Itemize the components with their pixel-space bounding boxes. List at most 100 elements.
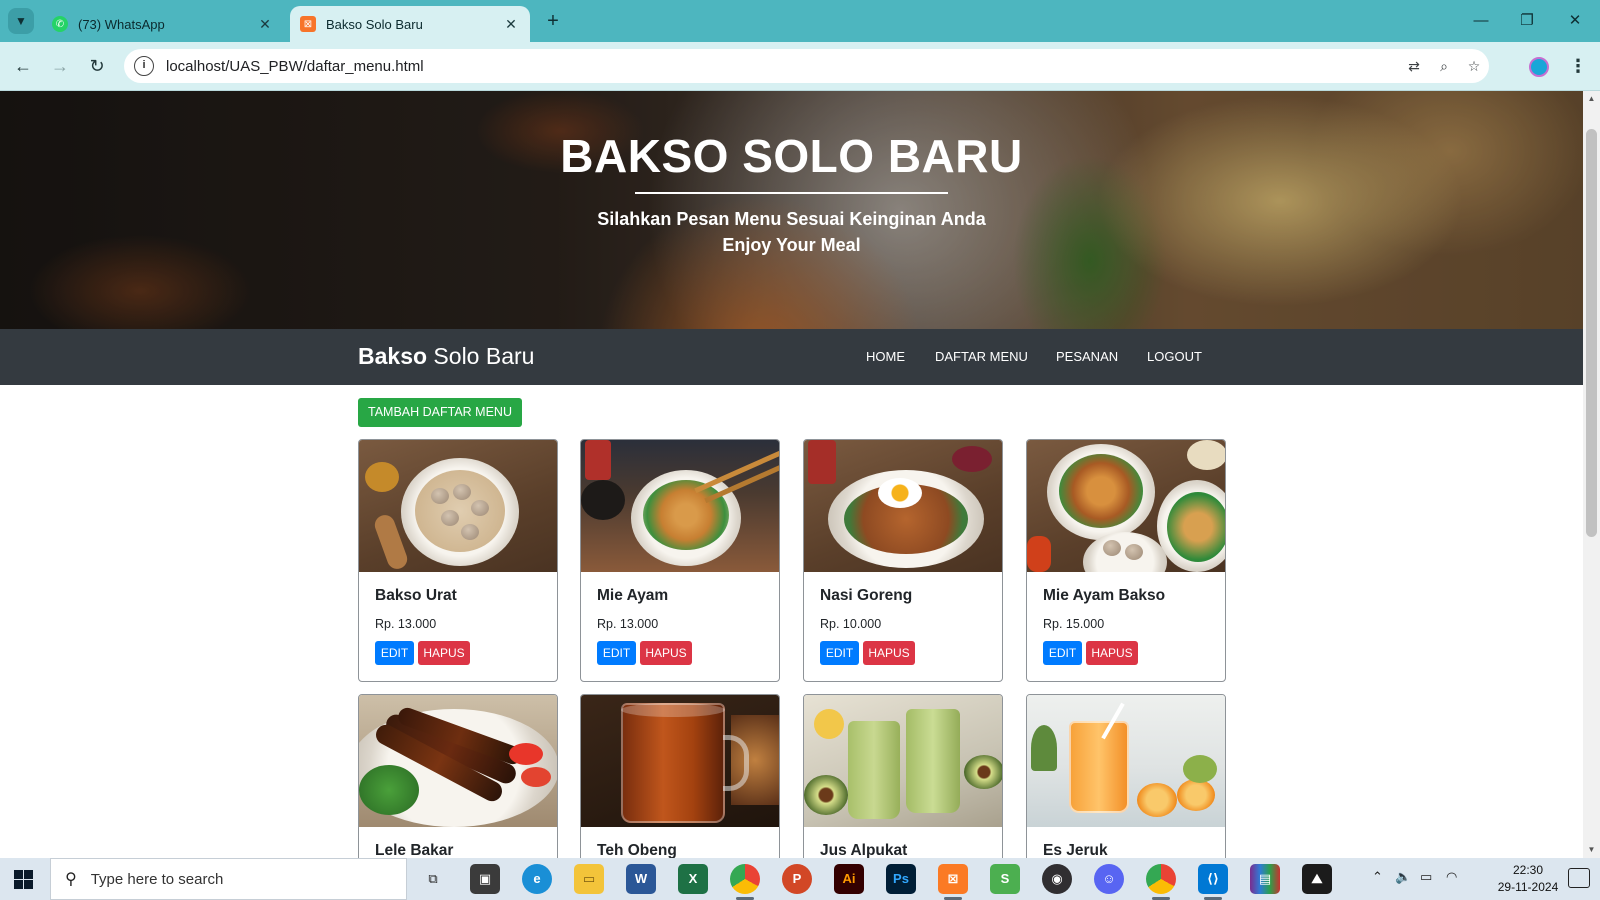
scroll-down-arrow-icon[interactable]: ▼ (1583, 842, 1600, 858)
clock-time: 22:30 (1512, 863, 1544, 877)
glass-rim (621, 703, 725, 717)
menu-card: Mie Ayam Bakso Rp. 15.000 EDIT HAPUS (1026, 439, 1226, 682)
noodle-shape (1059, 454, 1143, 528)
taskbar-search[interactable]: ⚲ Type here to search (50, 858, 407, 900)
new-tab-button[interactable]: + (540, 8, 566, 34)
edge-icon[interactable]: e (522, 864, 552, 894)
xampp-icon: ⊠ (300, 16, 316, 32)
kebab-menu-icon[interactable]: ⋮ (1566, 52, 1590, 80)
menu-card: Nasi Goreng Rp. 10.000 EDIT HAPUS (803, 439, 1003, 682)
nav-link-logout[interactable]: LOGOUT (1147, 349, 1202, 364)
url-text[interactable]: localhost/UAS_PBW/daftar_menu.html (166, 58, 1399, 75)
hero-tagline: Enjoy Your Meal (722, 235, 861, 255)
tea-glass (621, 703, 725, 823)
menu-item-image (359, 695, 557, 827)
vscode-icon[interactable]: ⟨⟩ (1198, 864, 1228, 894)
edit-button[interactable]: EDIT (820, 641, 859, 665)
menu-card: Bakso Urat Rp. 13.000 EDIT HAPUS (358, 439, 558, 682)
search-placeholder[interactable]: Type here to search (91, 871, 224, 888)
meatball-shape (441, 510, 459, 526)
windows-start-icon[interactable] (14, 870, 33, 889)
translate-icon[interactable]: ⇄ (1399, 58, 1429, 75)
site-navbar: Bakso Solo Baru HOME DAFTAR MENU PESANAN… (0, 329, 1583, 385)
page-viewport: BAKSO SOLO BARU Silahkan Pesan Menu Sesu… (0, 91, 1583, 858)
battery-icon[interactable]: ▭ (1420, 869, 1432, 885)
delete-button[interactable]: HAPUS (640, 641, 692, 665)
system-clock[interactable]: 22:30 29-11-2024 (1490, 862, 1566, 896)
task-view-icon[interactable]: ⧉ (418, 864, 448, 894)
bottle-shape (808, 440, 836, 484)
edit-button[interactable]: EDIT (597, 641, 636, 665)
delete-button[interactable]: HAPUS (418, 641, 470, 665)
nav-link-pesanan[interactable]: PESANAN (1056, 349, 1118, 364)
xampp-icon[interactable]: ⊠ (938, 864, 968, 894)
hero-divider (635, 192, 948, 194)
tomato-slice (509, 743, 543, 765)
illustrator-icon[interactable]: Ai (834, 864, 864, 894)
tab-whatsapp[interactable]: ✆ (73) WhatsApp ✕ (42, 6, 284, 42)
plant-shape (1031, 725, 1057, 771)
close-icon[interactable]: ✕ (256, 16, 274, 33)
delete-button[interactable]: HAPUS (863, 641, 915, 665)
chevron-down-icon[interactable]: ▼ (8, 8, 34, 34)
obs-icon[interactable]: ◉ (1042, 864, 1072, 894)
window-close-icon[interactable]: ✕ (1552, 6, 1598, 36)
site-brand[interactable]: Bakso Solo Baru (358, 343, 534, 370)
fried-egg-shape (878, 478, 922, 508)
powerpoint-icon[interactable]: P (782, 864, 812, 894)
menu-item-name: Jus Alpukat (820, 842, 908, 858)
photoshop-icon[interactable]: Ps (886, 864, 916, 894)
shallots-shape (952, 446, 992, 472)
address-bar[interactable]: i localhost/UAS_PBW/daftar_menu.html ⇄ ⌕… (124, 49, 1489, 83)
menu-item-price: Rp. 13.000 (375, 617, 437, 631)
sublime-icon[interactable]: S (990, 864, 1020, 894)
chili-bowl (1027, 536, 1051, 572)
vegetables-shape (359, 765, 419, 815)
zoom-icon[interactable]: ⌕ (1429, 58, 1459, 75)
word-icon[interactable]: W (626, 864, 656, 894)
page-scrollbar[interactable]: ▲ ▼ (1583, 91, 1600, 858)
nav-link-daftar-menu[interactable]: DAFTAR MENU (935, 349, 1028, 364)
edit-button[interactable]: EDIT (1043, 641, 1082, 665)
menu-item-name: Lele Bakar (375, 842, 454, 858)
sauce-bowl (1187, 440, 1225, 470)
photos-icon[interactable]: ⛰ (1302, 864, 1332, 894)
winrar-icon[interactable]: ▤ (1250, 864, 1280, 894)
excel-icon[interactable]: X (678, 864, 708, 894)
chrome-icon[interactable] (730, 864, 760, 894)
wifi-icon[interactable]: ◠ (1446, 869, 1457, 885)
menu-card: Es Jeruk (1026, 694, 1226, 858)
chevron-up-icon[interactable]: ⌃ (1372, 869, 1383, 885)
bookmark-star-icon[interactable]: ☆ (1459, 58, 1489, 75)
site-info-icon[interactable]: i (134, 56, 154, 76)
menu-card: Jus Alpukat (803, 694, 1003, 858)
menu-item-name: Mie Ayam Bakso (1043, 587, 1166, 604)
chrome-profile-icon[interactable] (1146, 864, 1176, 894)
file-explorer-icon[interactable]: ▭ (574, 864, 604, 894)
profile-avatar[interactable] (1529, 57, 1549, 77)
close-icon[interactable]: ✕ (502, 16, 520, 33)
store-icon[interactable]: ▣ (470, 864, 500, 894)
notification-icon[interactable] (1568, 868, 1590, 888)
menu-card: Mie Ayam Rp. 13.000 EDIT HAPUS (580, 439, 780, 682)
volume-icon[interactable]: 🔈 (1395, 869, 1411, 885)
scrollbar-thumb[interactable] (1586, 129, 1597, 537)
lime-shape (1183, 755, 1217, 783)
tab-title: (73) WhatsApp (78, 16, 165, 32)
restore-icon[interactable]: ❐ (1504, 6, 1550, 36)
tab-bakso-solo-baru[interactable]: ⊠ Bakso Solo Baru ✕ (290, 6, 530, 42)
nav-link-home[interactable]: HOME (866, 349, 905, 364)
delete-button[interactable]: HAPUS (1086, 641, 1138, 665)
scroll-up-arrow-icon[interactable]: ▲ (1583, 91, 1600, 107)
minimize-icon[interactable]: — (1458, 6, 1504, 36)
edit-button[interactable]: EDIT (375, 641, 414, 665)
sambal-bowl (365, 462, 399, 492)
avocado-juice-glass (906, 709, 960, 813)
bowl-shape (581, 480, 625, 520)
forward-arrow-icon[interactable]: → (46, 52, 74, 80)
add-menu-button[interactable]: TAMBAH DAFTAR MENU (358, 398, 522, 427)
back-arrow-icon[interactable]: ← (9, 52, 37, 80)
reload-icon[interactable]: ↻ (83, 52, 111, 80)
menu-item-name: Mie Ayam (597, 587, 669, 604)
discord-icon[interactable]: ☺ (1094, 864, 1124, 894)
